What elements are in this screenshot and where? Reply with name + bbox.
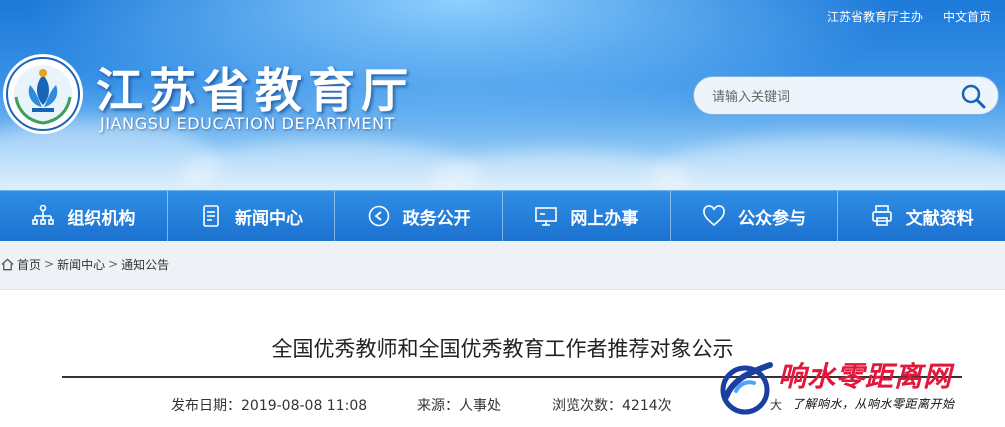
publish-date: 发布日期：2019-08-08 11:08	[171, 398, 368, 414]
monitor-icon	[535, 207, 558, 226]
cloud-decoration	[650, 135, 1005, 190]
nav-item-public[interactable]: 公众参与	[671, 191, 839, 241]
search-input[interactable]	[710, 85, 944, 109]
view-count: 浏览次数：4214次	[552, 398, 672, 414]
host-link[interactable]: 江苏省教育厅主办	[827, 8, 923, 25]
breadcrumb-news[interactable]: 新闻中心	[57, 256, 105, 273]
main-nav: 组织机构 新闻中心 政务公开 网上办事 公众参与 文献资料	[0, 190, 1005, 241]
watermark-slogan: 了解响水，从响水零距离开始	[792, 397, 955, 411]
breadcrumb-notice[interactable]: 通知公告	[121, 256, 169, 273]
nav-item-online[interactable]: 网上办事	[503, 191, 671, 241]
home-icon[interactable]	[0, 257, 15, 272]
site-title-cn: 江苏省教育厅	[96, 64, 414, 119]
search-box	[693, 76, 999, 115]
watermark: 大 响水零距离网 了解响水，从响水零距离开始	[714, 355, 1005, 426]
nav-label: 公众参与	[738, 208, 807, 229]
nav-label: 文献资料	[905, 208, 974, 229]
nav-label: 组织机构	[67, 208, 136, 229]
watermark-logo-icon	[720, 362, 773, 415]
department-logo-icon[interactable]	[2, 53, 84, 135]
breadcrumb-separator: >	[44, 257, 55, 271]
search-icon[interactable]	[960, 83, 986, 109]
breadcrumb: 首页 > 新闻中心 > 通知公告	[0, 253, 169, 275]
heart-icon	[703, 205, 725, 227]
play-circle-icon	[368, 205, 389, 227]
document-icon	[203, 205, 219, 227]
printer-icon	[871, 205, 892, 226]
top-links: 江苏省教育厅主办 中文首页	[827, 8, 991, 25]
breadcrumb-home[interactable]: 首页	[17, 256, 41, 273]
breadcrumb-separator: >	[108, 257, 119, 271]
watermark-title: 响水零距离网	[778, 360, 953, 393]
nav-label: 政务公开	[402, 208, 471, 229]
nav-label: 网上办事	[570, 208, 639, 229]
nav-item-news[interactable]: 新闻中心	[168, 191, 336, 241]
nav-item-docs[interactable]: 文献资料	[838, 191, 1005, 241]
site-title-en: JIANGSU EDUCATION DEPARTMENT	[100, 114, 396, 133]
nav-item-gov[interactable]: 政务公开	[335, 191, 504, 241]
article-source: 来源：人事处	[417, 398, 501, 414]
site-header: 江苏省教育厅主办 中文首页 江苏省教育厅 JIANGSU EDUCATION D…	[0, 0, 1005, 190]
nav-item-org[interactable]: 组织机构	[0, 191, 168, 241]
org-chart-icon	[32, 204, 55, 225]
home-link[interactable]: 中文首页	[943, 8, 991, 25]
nav-label: 新闻中心	[235, 208, 303, 229]
